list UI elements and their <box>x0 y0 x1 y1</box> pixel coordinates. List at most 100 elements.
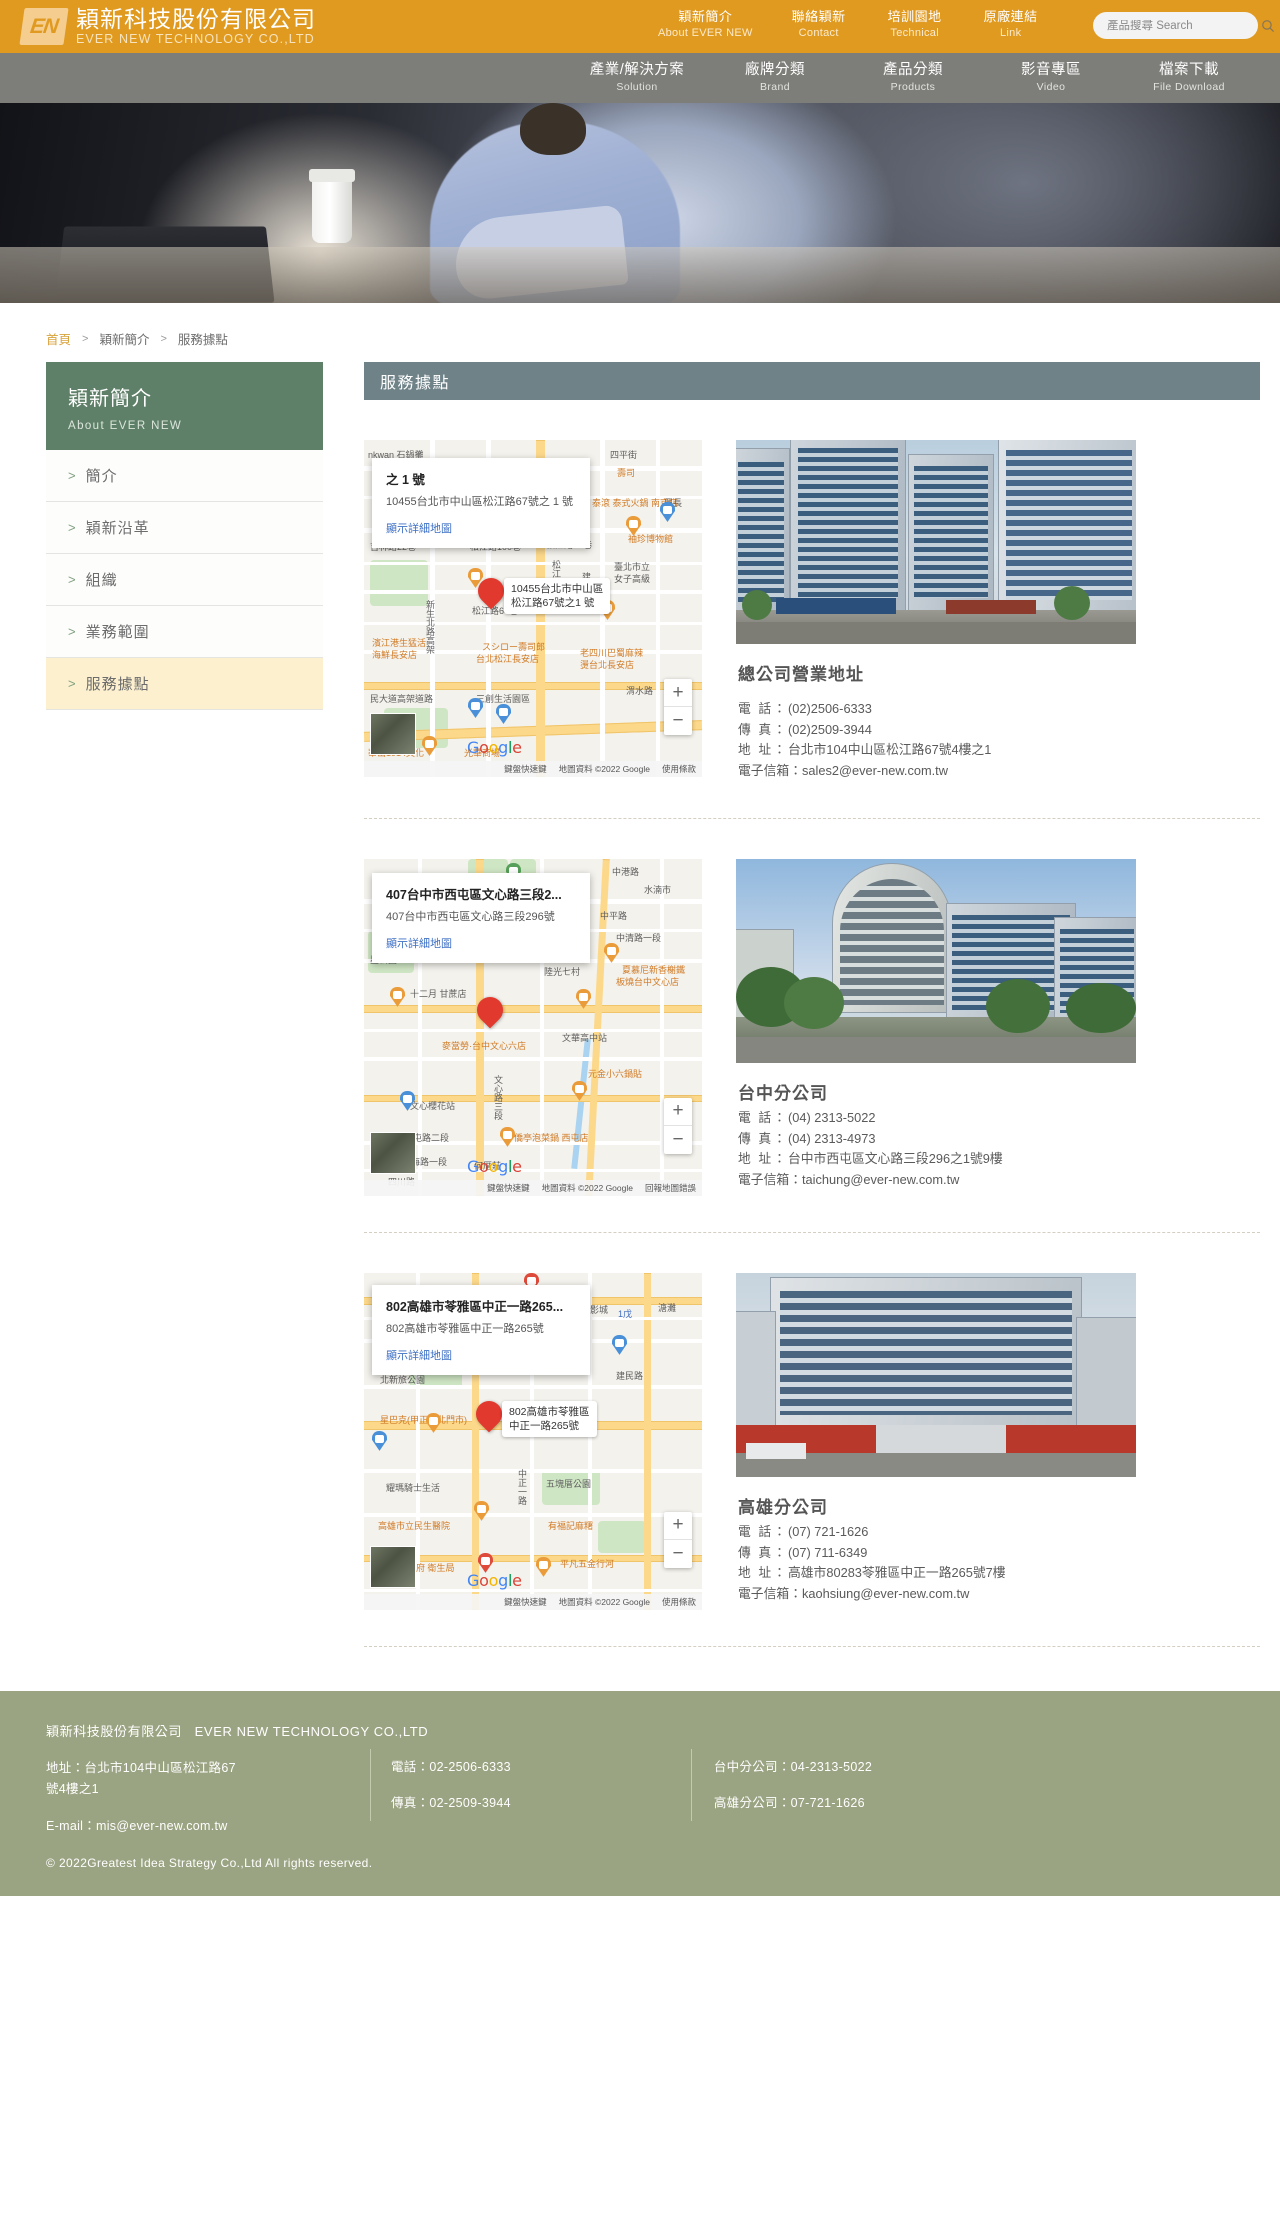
search-box[interactable] <box>1093 12 1275 39</box>
map-info-detail-link[interactable]: 顯示詳細地圖 <box>386 935 576 951</box>
search-icon[interactable] <box>1261 19 1275 33</box>
sidebar-item-intro[interactable]: > 簡介 <box>46 450 323 502</box>
map-info-detail-link[interactable]: 顯示詳細地圖 <box>386 1347 576 1363</box>
main-nav-item-video[interactable]: 影音專區 Video <box>982 61 1120 96</box>
branch-address-value: 高雄市80283苓雅區中正一路265號7樓 <box>787 1565 1006 1581</box>
branch-details: 電 話：(07) 721-1626 傳 真：(07) 711-6349 地 址：… <box>738 1522 1260 1605</box>
branch-address-row: 地 址：高雄市80283苓雅區中正一路265號7樓 <box>738 1563 1260 1584</box>
map-info-window: 之 1 號 10455台北市中山區松江路67號之 1 號 顯示詳細地圖 <box>372 458 590 548</box>
map-label: 民大道高架道路 <box>370 694 434 704</box>
map-label: 文心櫻花站 <box>410 1100 456 1111</box>
map-zoom-in-button[interactable]: + <box>664 1512 692 1540</box>
top-nav-item-about[interactable]: 穎新簡介 About EVER NEW <box>640 8 771 41</box>
footer-email[interactable]: E-mail：mis@ever-new.com.tw <box>46 1815 366 1834</box>
map-satellite-thumbnail[interactable] <box>370 713 416 755</box>
top-nav-item-link[interactable]: 原廠連結 Link <box>963 8 1059 41</box>
map-label: 海鮮長安店 <box>372 650 418 660</box>
section-divider <box>364 1645 1260 1647</box>
map-info-title: 之 1 號 <box>386 473 425 487</box>
chevron-right-icon: > <box>68 572 77 587</box>
map-label: 中清路一段 <box>616 932 662 943</box>
map-label: 中平路 <box>600 910 628 921</box>
main-nav-item-products[interactable]: 產品分類 Products <box>844 61 982 96</box>
map-marker-primary[interactable] <box>472 572 510 612</box>
branch-details: 電 話：(02)2506-6333 傳 真：(02)2509-3944 地 址：… <box>738 699 1260 782</box>
branch-address-value: 台中市西屯區文心路三段296之1號9樓 <box>787 1151 1003 1167</box>
map-info-title: 407台中市西屯區文心路三段2... <box>386 887 562 902</box>
branch-name: 台中分公司 <box>738 1083 828 1103</box>
map-keyboard-shortcuts[interactable]: 鍵盤快速鍵 <box>487 1182 530 1194</box>
sidebar-item-business-scope[interactable]: > 業務範圍 <box>46 606 323 658</box>
map-data-attribution: 地圖資料 ©2022 Google <box>558 764 650 774</box>
chevron-right-icon: > <box>68 624 77 639</box>
map-zoom-out-button[interactable]: − <box>664 1540 692 1568</box>
branch-email-label: 電子信箱： <box>738 763 802 779</box>
footer-company-block: 穎新科技股份有限公司 EVER NEW TECHNOLOGY CO.,LTD 地… <box>46 1721 428 1834</box>
site-footer: 穎新科技股份有限公司 EVER NEW TECHNOLOGY CO.,LTD 地… <box>0 1690 1280 1897</box>
sidebar-item-history[interactable]: > 穎新沿革 <box>46 502 323 554</box>
top-nav-item-contact[interactable]: 聯絡穎新 Contact <box>771 8 867 41</box>
map-satellite-thumbnail[interactable] <box>370 1131 416 1174</box>
map-label: 渭水路 <box>626 686 654 696</box>
map-zoom-out-button[interactable]: − <box>664 1126 692 1154</box>
map-zoom-out-button[interactable]: − <box>664 707 692 735</box>
branch-address-label: 地 址： <box>738 1565 788 1581</box>
top-nav-label-en: Technical <box>890 26 939 39</box>
branch-fax-value: (07) 711-6349 <box>787 1544 868 1560</box>
map-satellite-thumbnail[interactable] <box>370 1545 416 1588</box>
map-keyboard-shortcuts[interactable]: 鍵盤快速鍵 <box>504 763 547 775</box>
main-nav-label-cn: 檔案下載 <box>1159 61 1219 78</box>
map-label: 僑亭泡菜鍋 西屯店 <box>514 1132 589 1143</box>
sidebar-item-organization[interactable]: > 組織 <box>46 554 323 606</box>
google-logo: Google <box>467 1156 522 1176</box>
search-input[interactable] <box>1107 19 1261 32</box>
map-terms-link[interactable]: 使用條款 <box>662 1596 696 1608</box>
main-nav-label-cn: 影音專區 <box>1021 61 1081 78</box>
branch-address-label: 地 址： <box>738 742 788 758</box>
map-zoom-in-button[interactable]: + <box>664 679 692 707</box>
breadcrumb-parent[interactable]: 穎新簡介 <box>99 329 149 348</box>
map-zoom-controls[interactable]: + − <box>664 1511 692 1568</box>
footer-address-line1: 地址：台北市104中山區松江路67 <box>46 1760 236 1775</box>
map-zoom-controls[interactable]: + − <box>664 679 692 735</box>
map-label: 1戊 <box>618 1308 633 1319</box>
map-zoom-controls[interactable]: + − <box>664 1097 692 1154</box>
branch-photo-taichung <box>736 858 1136 1063</box>
map-label: 板燒台中文心店 <box>616 976 680 987</box>
site-logo[interactable]: EN 穎新科技股份有限公司 EVER NEW TECHNOLOGY CO.,LT… <box>19 5 316 46</box>
map-headquarters[interactable]: 四平街 nkwan 石鍋攤 泰滾 泰式火鍋 南京店 興長 袖珍博物館 壽司 奧記… <box>364 440 702 777</box>
main-nav-label-cn: 廠牌分類 <box>745 61 805 78</box>
branch-details: 電 話：(04) 2313-5022 傳 真：(04) 2313-4973 地 … <box>738 1108 1260 1191</box>
main-nav-label-cn: 產品分類 <box>883 61 943 78</box>
branch-fax-label: 傳 真： <box>738 721 788 737</box>
sidebar-item-service-locations[interactable]: > 服務據點 <box>46 658 323 710</box>
map-marker-tag-line2: 中正一路265號 <box>509 1420 580 1433</box>
map-kaohsiung[interactable]: 影城 溏灘 1戊 行刀屋 高雄人順店 北新旅公園 建民路 星巴克(甲正河北門市)… <box>364 1272 702 1610</box>
map-marker-primary[interactable] <box>471 991 509 1031</box>
main-nav-item-brand[interactable]: 廠牌分類 Brand <box>706 61 844 96</box>
map-terms-link[interactable]: 使用條款 <box>662 763 696 775</box>
page-root: EN 穎新科技股份有限公司 EVER NEW TECHNOLOGY CO.,LT… <box>0 0 1280 1897</box>
branch-email-label: 電子信箱： <box>738 1586 802 1602</box>
breadcrumb-home[interactable]: 首頁 <box>46 329 71 348</box>
logo-title-cn: 穎新科技股份有限公司 <box>76 5 316 32</box>
map-marker-tag: 10455台北市中山區 松江路67號之1 號 <box>504 578 611 615</box>
main-nav-item-file-download[interactable]: 檔案下載 File Download <box>1120 61 1258 96</box>
map-zoom-in-button[interactable]: + <box>664 1098 692 1126</box>
sidebar-item-label: 簡介 <box>85 468 118 485</box>
map-marker-primary[interactable] <box>470 1395 508 1435</box>
page-title: 服務據點 <box>364 362 1260 400</box>
map-keyboard-shortcuts[interactable]: 鍵盤快速鍵 <box>504 1596 547 1608</box>
main-nav-label-en: Solution <box>616 80 658 93</box>
main-nav-item-solution[interactable]: 產業/解決方案 Solution <box>568 61 706 96</box>
top-nav-item-technical[interactable]: 培訓園地 Technical <box>867 8 963 41</box>
map-taichung[interactable]: 中港路 水湳市 中平路 中清路一段 夏慕尼新香榭鐵 板燒台中文心店 陸光七村 星… <box>364 858 702 1196</box>
map-info-detail-link[interactable]: 顯示詳細地圖 <box>386 520 576 536</box>
sidebar-header: 穎新簡介 About EVER NEW <box>46 362 323 450</box>
map-terms-link[interactable]: 回報地圖錯誤 <box>645 1182 696 1194</box>
branch-email-value[interactable]: taichung@ever-new.com.tw <box>802 1172 959 1187</box>
sidebar-title-en: About EVER NEW <box>68 420 183 432</box>
branch-email-value[interactable]: sales2@ever-new.com.tw <box>802 763 948 778</box>
footer-company-name: 穎新科技股份有限公司 EVER NEW TECHNOLOGY CO.,LTD <box>46 1721 428 1740</box>
branch-email-value[interactable]: kaohsiung@ever-new.com.tw <box>802 1586 969 1601</box>
